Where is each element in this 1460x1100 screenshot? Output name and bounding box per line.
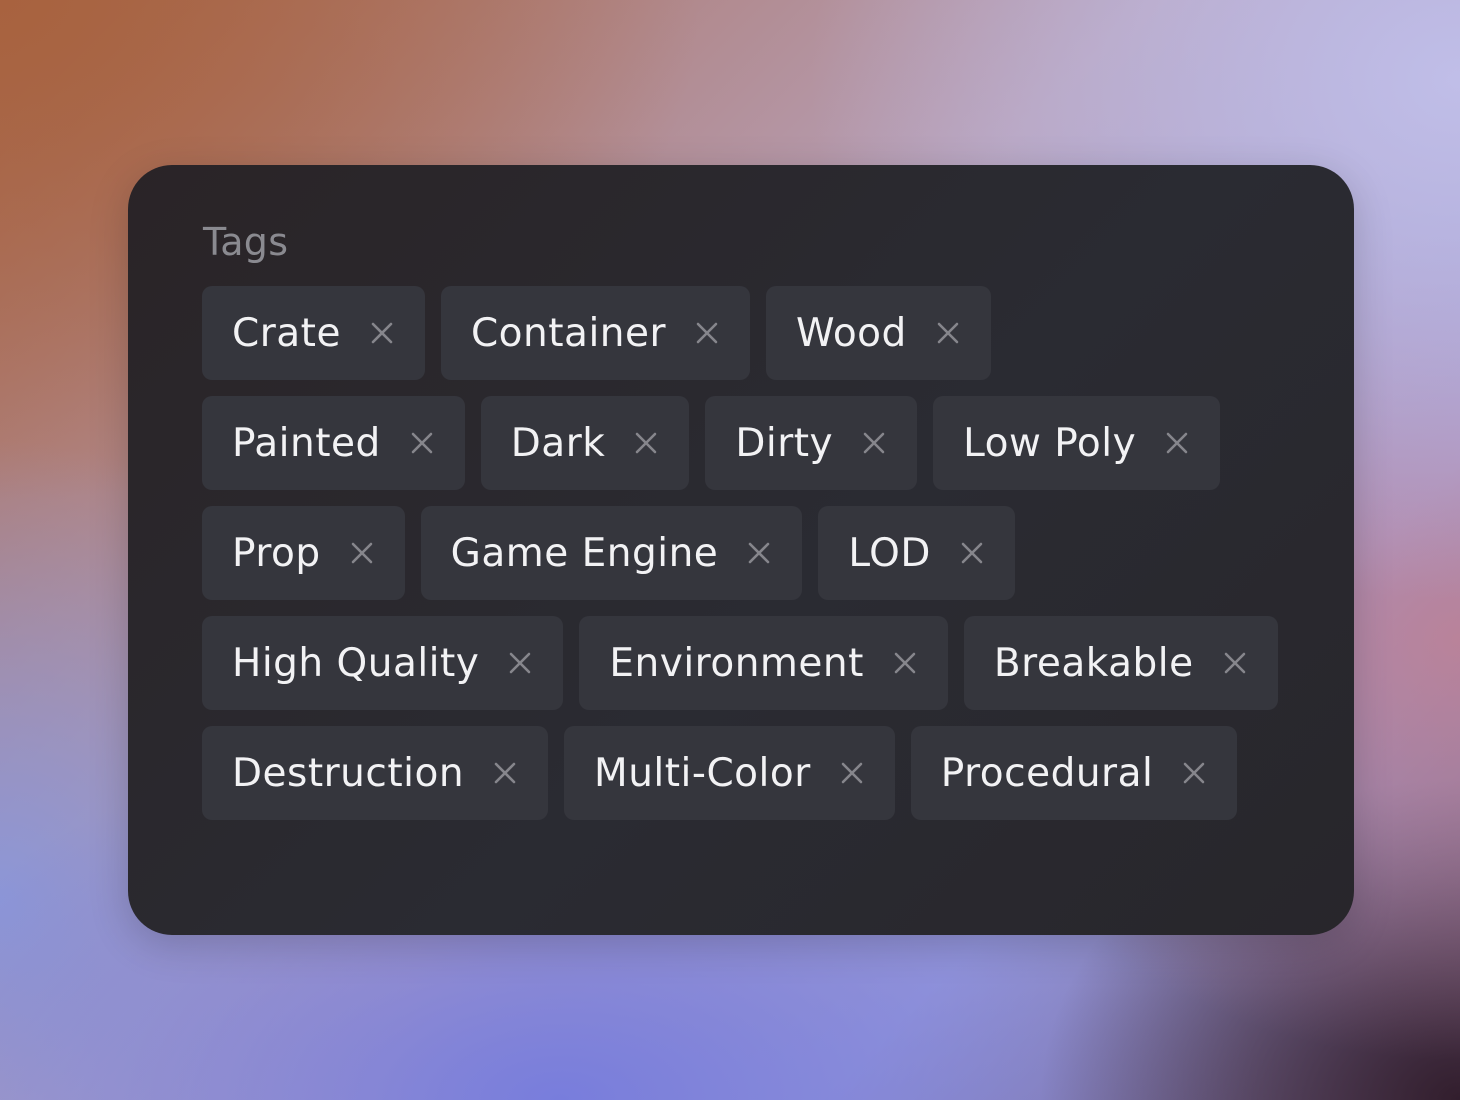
tag-row: Painted Dark Dirty Low Poly bbox=[202, 396, 1302, 490]
tag-label: Crate bbox=[232, 310, 341, 356]
remove-tag-button[interactable] bbox=[1162, 428, 1192, 458]
tag-label: Dark bbox=[510, 420, 606, 466]
remove-tag-button[interactable] bbox=[631, 428, 661, 458]
tag-chip[interactable]: Container bbox=[440, 286, 751, 380]
tag-row: Prop Game Engine LOD bbox=[202, 506, 1302, 600]
tag-chip[interactable]: High Quality bbox=[202, 616, 564, 710]
tag-chip[interactable]: Procedural bbox=[910, 726, 1238, 820]
tag-chip[interactable]: Destruction bbox=[202, 726, 549, 820]
close-icon bbox=[937, 322, 959, 344]
tag-chip[interactable]: Multi-Color bbox=[564, 726, 895, 820]
close-icon bbox=[371, 322, 393, 344]
tag-row: High Quality Environment Breakable bbox=[202, 616, 1302, 710]
tag-chip[interactable]: Environment bbox=[579, 616, 948, 710]
tag-chip[interactable]: Game Engine bbox=[420, 506, 803, 600]
close-icon bbox=[749, 542, 770, 564]
remove-tag-button[interactable] bbox=[744, 538, 774, 568]
close-icon bbox=[894, 652, 916, 674]
tag-label: Destruction bbox=[232, 750, 465, 796]
tag-label: Breakable bbox=[993, 640, 1194, 686]
tag-chip[interactable]: Breakable bbox=[963, 616, 1278, 710]
tag-chip[interactable]: Dark bbox=[480, 396, 690, 490]
remove-tag-button[interactable] bbox=[837, 758, 867, 788]
close-icon bbox=[1224, 652, 1245, 674]
tag-row: Crate Container Wood bbox=[202, 286, 1302, 380]
tag-label: Procedural bbox=[940, 750, 1154, 796]
tag-chip[interactable]: Crate bbox=[202, 286, 425, 380]
tag-chip[interactable]: Painted bbox=[202, 396, 465, 490]
tag-label: Multi-Color bbox=[594, 750, 811, 796]
tag-chip[interactable]: Low Poly bbox=[933, 396, 1221, 490]
close-icon bbox=[1166, 432, 1188, 454]
close-icon bbox=[510, 652, 531, 674]
remove-tag-button[interactable] bbox=[859, 428, 889, 458]
close-icon bbox=[636, 432, 657, 454]
close-icon bbox=[411, 432, 433, 454]
close-icon bbox=[961, 542, 983, 564]
tag-chip[interactable]: Dirty bbox=[705, 396, 918, 490]
tag-chip[interactable]: Prop bbox=[202, 506, 405, 600]
remove-tag-button[interactable] bbox=[367, 318, 397, 348]
tag-label: Environment bbox=[609, 640, 864, 686]
tag-label: High Quality bbox=[232, 640, 480, 686]
tag-chip[interactable]: LOD bbox=[818, 506, 1015, 600]
tag-chip[interactable]: Wood bbox=[766, 286, 991, 380]
tag-label: Prop bbox=[232, 530, 321, 576]
close-icon bbox=[841, 762, 863, 784]
close-icon bbox=[351, 542, 372, 564]
tag-row: Destruction Multi-Color Procedural bbox=[202, 726, 1302, 820]
tag-list: Crate Container Wood Painted Dark Dirty Low Po… bbox=[202, 286, 1302, 836]
tag-label: Container bbox=[470, 310, 667, 356]
remove-tag-button[interactable] bbox=[933, 318, 963, 348]
tag-label: Painted bbox=[232, 420, 381, 466]
remove-tag-button[interactable] bbox=[1220, 648, 1250, 678]
tags-title: Tags bbox=[203, 220, 289, 264]
tag-label: Wood bbox=[796, 310, 907, 356]
tag-label: Low Poly bbox=[963, 420, 1137, 466]
tag-label: Game Engine bbox=[450, 530, 719, 576]
close-icon bbox=[696, 322, 718, 344]
tags-panel: Tags Crate Container Wood Painted Dark Dirty L… bbox=[128, 165, 1354, 935]
remove-tag-button[interactable] bbox=[692, 318, 722, 348]
remove-tag-button[interactable] bbox=[890, 648, 920, 678]
remove-tag-button[interactable] bbox=[347, 538, 377, 568]
remove-tag-button[interactable] bbox=[490, 758, 520, 788]
close-icon bbox=[863, 432, 885, 454]
remove-tag-button[interactable] bbox=[957, 538, 987, 568]
close-icon bbox=[1184, 762, 1205, 784]
tag-label: Dirty bbox=[735, 420, 834, 466]
tag-label: LOD bbox=[848, 530, 931, 576]
remove-tag-button[interactable] bbox=[1179, 758, 1209, 788]
close-icon bbox=[494, 762, 516, 784]
remove-tag-button[interactable] bbox=[505, 648, 535, 678]
remove-tag-button[interactable] bbox=[407, 428, 437, 458]
